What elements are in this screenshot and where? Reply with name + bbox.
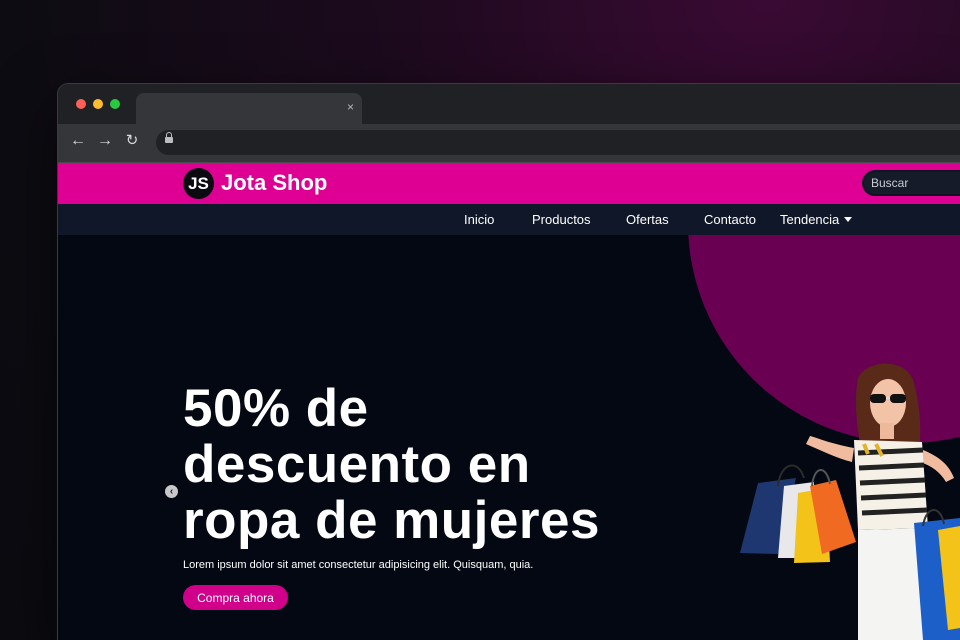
site-header: JS Jota Shop bbox=[58, 163, 960, 204]
browser-titlebar: × bbox=[58, 84, 960, 124]
hero-description: Lorem ipsum dolor sit amet consectetur a… bbox=[183, 559, 534, 571]
caret-down-icon bbox=[844, 217, 853, 222]
nav-item-productos[interactable]: Productos bbox=[532, 204, 591, 235]
brand-name[interactable]: Jota Shop bbox=[221, 170, 327, 196]
address-bar[interactable] bbox=[156, 130, 960, 155]
hero-woman-shopping-image bbox=[740, 363, 960, 640]
nav-item-inicio[interactable]: Inicio bbox=[464, 204, 494, 235]
minimize-window-button[interactable] bbox=[93, 99, 103, 109]
carousel-prev-icon[interactable]: ‹ bbox=[165, 485, 178, 498]
nav-item-ofertas[interactable]: Ofertas bbox=[626, 204, 669, 235]
maximize-window-button[interactable] bbox=[110, 99, 120, 109]
buy-now-button[interactable]: Compra ahora bbox=[183, 585, 288, 610]
forward-arrow-icon[interactable]: → bbox=[96, 132, 114, 150]
logo-badge[interactable]: JS bbox=[183, 168, 214, 199]
lock-icon bbox=[165, 132, 173, 143]
close-window-button[interactable] bbox=[76, 99, 86, 109]
reload-icon[interactable]: ↻ bbox=[123, 132, 141, 150]
nav-item-tendencia-label: Tendencia bbox=[780, 212, 840, 227]
browser-toolbar: ← → ↻ bbox=[58, 124, 960, 163]
browser-tab[interactable]: × bbox=[136, 93, 362, 124]
back-arrow-icon[interactable]: ← bbox=[69, 132, 87, 150]
nav-item-contacto[interactable]: Contacto bbox=[704, 204, 756, 235]
tab-close-icon[interactable]: × bbox=[347, 99, 354, 115]
hero-title: 50% de descuento en ropa de mujeres bbox=[183, 379, 600, 550]
nav-item-tendencia[interactable]: Tendencia bbox=[780, 204, 853, 235]
browser-window: × ← → ↻ JS Jota Shop Inicio Productos Of… bbox=[58, 84, 960, 640]
main-navigation: Inicio Productos Ofertas Contacto Tenden… bbox=[58, 204, 960, 235]
search-input[interactable] bbox=[862, 170, 960, 196]
web-page: JS Jota Shop Inicio Productos Ofertas Co… bbox=[58, 163, 960, 640]
